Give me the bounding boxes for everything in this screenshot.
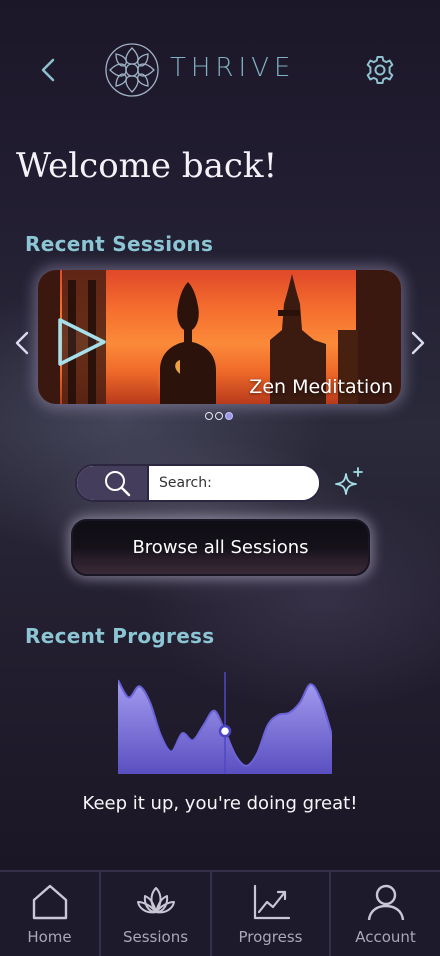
session-title: Zen Meditation xyxy=(249,376,393,398)
carousel-pager xyxy=(205,412,235,422)
carousel-next-button[interactable] xyxy=(406,328,430,358)
top-bar: THRIVE xyxy=(0,40,440,102)
play-icon[interactable] xyxy=(52,314,112,370)
nav-item-home[interactable]: Home xyxy=(0,872,101,956)
search-bar xyxy=(75,464,321,502)
bottom-navigation: Home Sessions Progress Account xyxy=(0,870,440,956)
encouragement-message: Keep it up, you're doing great! xyxy=(82,793,358,814)
recent-progress-heading: Recent Progress xyxy=(25,624,215,648)
nav-label-home: Home xyxy=(27,928,72,946)
nav-label-progress: Progress xyxy=(238,928,303,946)
home-icon xyxy=(32,884,67,920)
nav-item-progress[interactable]: Progress xyxy=(212,872,331,956)
nav-item-sessions[interactable]: Sessions xyxy=(101,872,212,956)
search-icon xyxy=(105,471,131,497)
trend-chart-icon xyxy=(253,884,290,920)
recent-sessions-heading: Recent Sessions xyxy=(25,232,214,256)
carousel-prev-button[interactable] xyxy=(10,328,34,358)
search-input[interactable] xyxy=(151,466,319,500)
nav-label-sessions: Sessions xyxy=(122,928,189,946)
pager-dot[interactable] xyxy=(205,412,213,420)
session-card[interactable]: Zen Meditation xyxy=(38,270,401,404)
lotus-mandala-icon xyxy=(105,43,159,97)
search-button[interactable] xyxy=(77,466,149,500)
brand-name: THRIVE xyxy=(170,53,296,83)
progress-chart xyxy=(118,672,332,774)
user-icon xyxy=(367,884,404,921)
browse-all-sessions-button[interactable]: Browse all Sessions xyxy=(71,519,370,576)
pager-dot[interactable] xyxy=(215,412,223,420)
nav-label-account: Account xyxy=(355,928,416,946)
chevron-left-icon[interactable] xyxy=(34,55,64,85)
sparkle-icon[interactable] xyxy=(332,466,366,500)
page-title: Welcome back! xyxy=(16,146,278,186)
pager-dot-active[interactable] xyxy=(225,412,233,420)
progress-point-marker[interactable] xyxy=(218,724,232,738)
gear-icon[interactable] xyxy=(364,54,396,86)
lotus-icon xyxy=(136,887,175,914)
nav-item-account[interactable]: Account xyxy=(331,872,440,956)
